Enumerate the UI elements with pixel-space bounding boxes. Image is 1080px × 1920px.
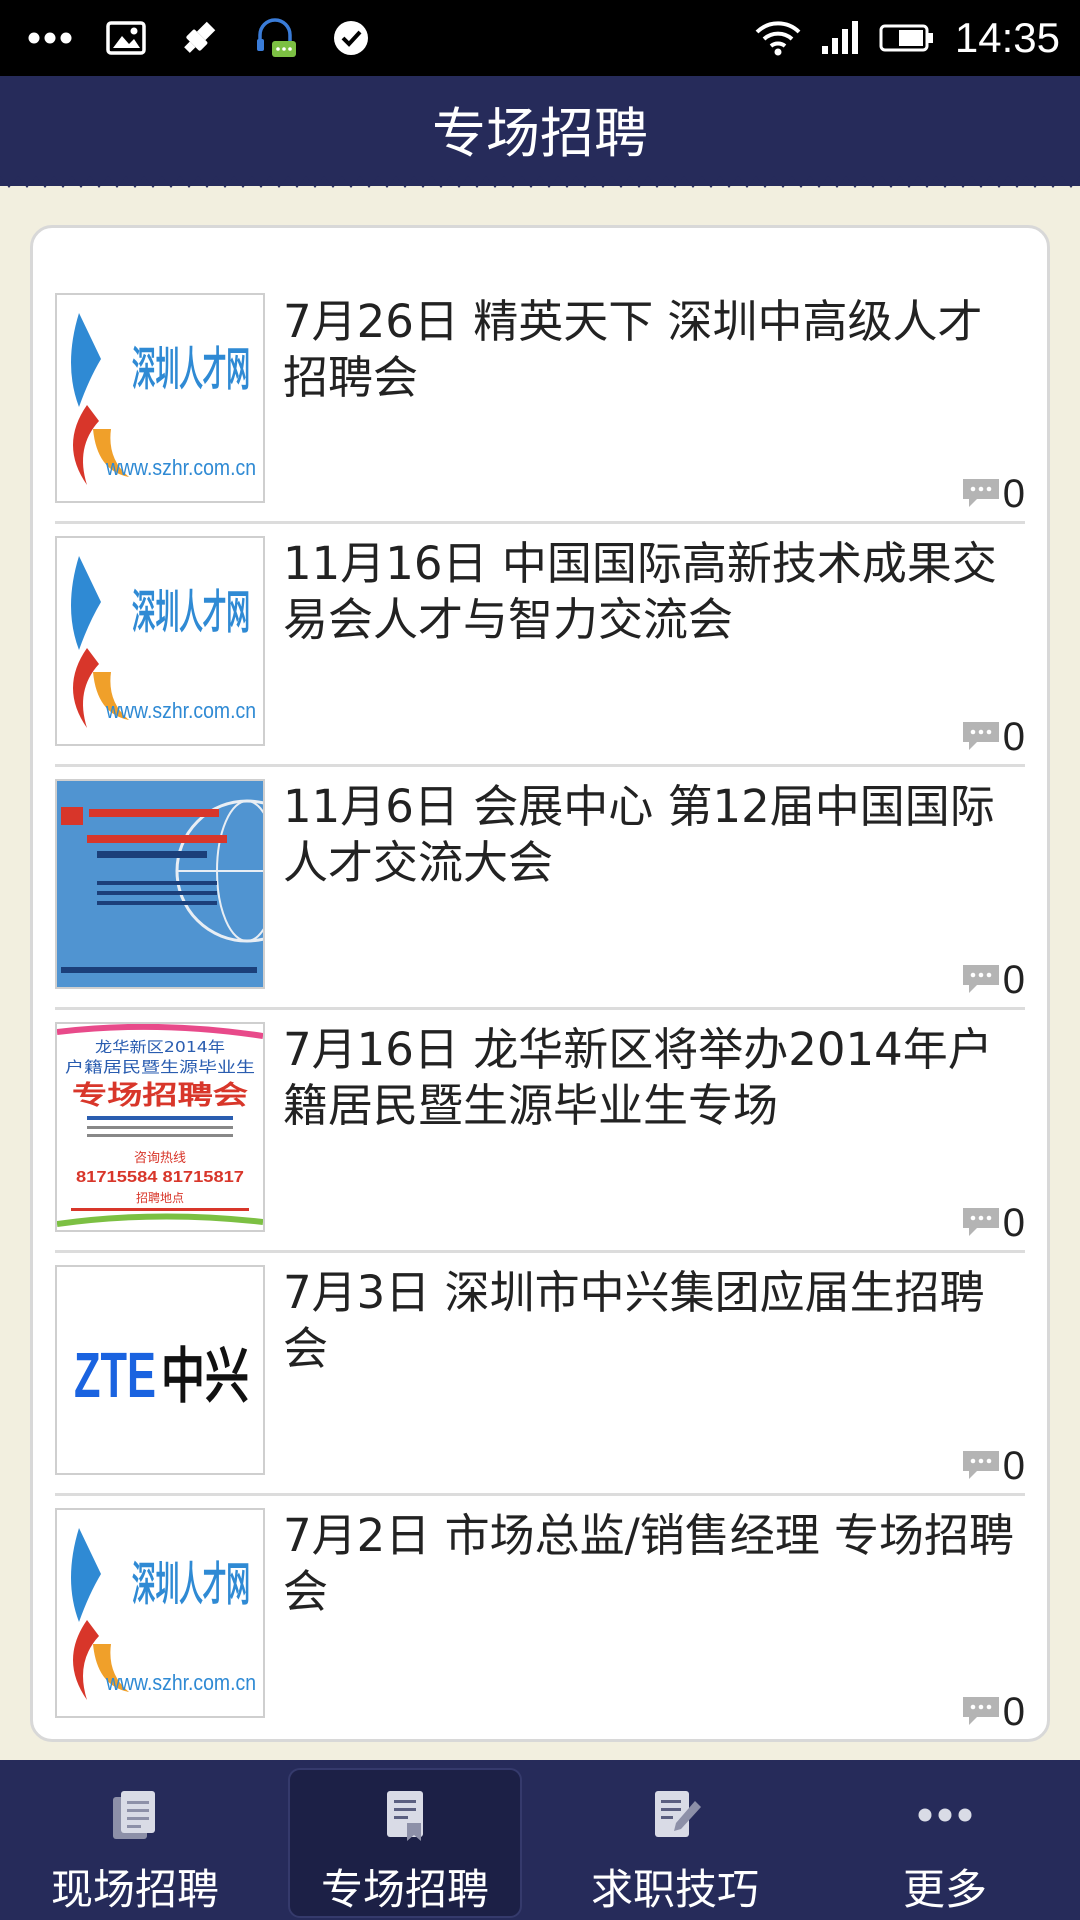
event-thumbnail: 深圳人才网 www.szhr.com.cn: [55, 293, 265, 503]
bookmark-document-icon: [377, 1784, 433, 1846]
nav-item-onsite-recruitment[interactable]: 现场招聘: [0, 1760, 270, 1920]
nav-label: 专场招聘: [320, 1865, 489, 1914]
nav-label: 求职技巧: [590, 1865, 759, 1914]
list-item[interactable]: 深圳人才网 www.szhr.com.cn 7月26日 精英天下 深圳中高级人才…: [55, 293, 1025, 524]
event-title: 7月26日 精英天下 深圳中高级人才招聘会: [283, 295, 983, 404]
check-circle-icon: [332, 19, 370, 57]
comment-bubble-icon: [961, 1206, 1001, 1244]
comment-count-value: 0: [1002, 1201, 1025, 1245]
nav-item-special-recruitment[interactable]: 专场招聘: [270, 1760, 540, 1920]
comment-bubble-icon: [961, 1449, 1001, 1487]
zte-logo-en: ZTE: [74, 1339, 156, 1411]
event-title: 11月6日 会展中心 第12届中国国际人才交流大会: [283, 780, 995, 889]
event-title: 11月16日 中国国际高新技术成果交易会人才与智力交流会: [283, 537, 997, 646]
poster-phone-label: 咨询热线: [134, 1151, 186, 1166]
clock: 14:35: [954, 14, 1060, 61]
comment-count: 0: [961, 716, 1025, 758]
usb-debug-icon: [180, 19, 218, 57]
event-thumbnail: 龙华新区2014年 户籍居民暨生源毕业生 专场招聘会 咨询热线 81715584…: [55, 1022, 265, 1232]
poster-phones: 81715584 81715817: [76, 1169, 244, 1186]
more-dots-icon: [915, 1784, 975, 1846]
event-thumbnail: ZTE 中兴: [55, 1265, 265, 1475]
event-thumbnail: 深圳人才网 www.szhr.com.cn: [55, 536, 265, 746]
comment-bubble-icon: [961, 963, 1001, 1001]
event-thumbnail: 深圳人才网 www.szhr.com.cn: [55, 1508, 265, 1718]
list-item[interactable]: 11月6日 会展中心 第12届中国国际人才交流大会 0: [55, 767, 1025, 1010]
thumbnail-url-text: www.szhr.com.cn: [105, 698, 256, 723]
comment-count-value: 0: [1002, 472, 1025, 516]
event-title: 7月16日 龙华新区将举办2014年户籍居民暨生源毕业生专场: [283, 1023, 993, 1132]
comment-count-value: 0: [1002, 958, 1025, 1002]
bottom-nav: 现场招聘 专场招聘 求职技巧 更多: [0, 1760, 1080, 1920]
event-title: 7月3日 深圳市中兴集团应届生招聘会: [283, 1266, 985, 1375]
comment-count: 0: [961, 1445, 1025, 1487]
list-item[interactable]: ZTE 中兴 7月3日 深圳市中兴集团应届生招聘会 0: [55, 1253, 1025, 1496]
event-title: 7月2日 市场总监/销售经理 专场招聘会: [283, 1509, 1015, 1618]
poster-line-3: 专场招聘会: [72, 1081, 248, 1111]
more-dots-icon: [28, 32, 72, 44]
nav-label: 更多: [902, 1865, 987, 1914]
comment-bubble-icon: [961, 477, 1001, 515]
headset-chat-icon: [252, 15, 298, 61]
nav-label: 现场招聘: [50, 1865, 219, 1914]
wifi-icon: [755, 20, 801, 56]
list-item[interactable]: 龙华新区2014年 户籍居民暨生源毕业生 专场招聘会 咨询热线 81715584…: [55, 1010, 1025, 1253]
battery-icon: [879, 23, 935, 53]
list-item[interactable]: 深圳人才网 www.szhr.com.cn 11月16日 中国国际高新技术成果交…: [55, 524, 1025, 767]
thumbnail-brand-text: 深圳人才网: [132, 585, 250, 639]
zte-logo-cn: 中兴: [161, 1342, 249, 1412]
event-list-card: 深圳人才网 www.szhr.com.cn 7月26日 精英天下 深圳中高级人才…: [30, 225, 1050, 1742]
comment-count-value: 0: [1002, 715, 1025, 759]
thumbnail-url-text: www.szhr.com.cn: [105, 1670, 256, 1695]
document-icon: [107, 1784, 163, 1846]
comment-bubble-icon: [961, 720, 1001, 758]
event-list: 深圳人才网 www.szhr.com.cn 7月26日 精英天下 深圳中高级人才…: [55, 293, 1025, 1739]
status-bar: 14:35: [0, 0, 1080, 76]
comment-count: 0: [961, 959, 1025, 1001]
nav-item-job-tips[interactable]: 求职技巧: [540, 1760, 810, 1920]
comment-count: 0: [961, 1202, 1025, 1244]
event-thumbnail: [55, 779, 265, 989]
thumbnail-brand-text: 深圳人才网: [132, 1557, 250, 1611]
comment-count: 0: [961, 473, 1025, 515]
thumbnail-url-text: www.szhr.com.cn: [105, 455, 256, 480]
comment-count: 0: [961, 1691, 1025, 1733]
comment-count-value: 0: [1002, 1690, 1025, 1734]
edit-document-icon: [647, 1784, 703, 1846]
list-item[interactable]: 深圳人才网 www.szhr.com.cn 7月2日 市场总监/销售经理 专场招…: [55, 1496, 1025, 1739]
nav-item-more[interactable]: 更多: [810, 1760, 1080, 1920]
comment-bubble-icon: [961, 1695, 1001, 1733]
poster-line-2: 户籍居民暨生源毕业生: [65, 1058, 255, 1076]
image-icon: [106, 21, 146, 55]
header-zigzag-edge: [0, 170, 1080, 188]
poster-line-1: 龙华新区2014年: [95, 1038, 225, 1056]
signal-icon: [821, 20, 859, 56]
poster-place-label: 招聘地点: [136, 1191, 184, 1205]
thumbnail-brand-text: 深圳人才网: [132, 342, 250, 396]
comment-count-value: 0: [1002, 1444, 1025, 1488]
